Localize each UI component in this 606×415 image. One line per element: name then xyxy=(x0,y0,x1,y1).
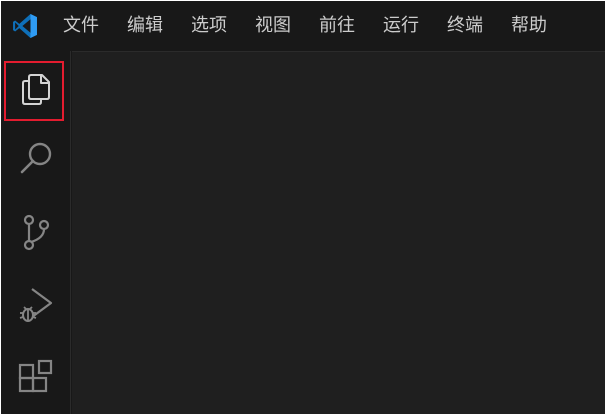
menu-edit[interactable]: 编辑 xyxy=(113,1,177,51)
menu-view[interactable]: 视图 xyxy=(241,1,305,51)
vscode-logo-icon[interactable] xyxy=(1,1,49,51)
menu-run[interactable]: 运行 xyxy=(369,1,433,51)
menu-items: 文件 编辑 选项 视图 前往 运行 终端 帮助 xyxy=(49,1,561,51)
activity-bar xyxy=(1,51,71,414)
activity-source-control[interactable] xyxy=(1,197,71,267)
menu-file[interactable]: 文件 xyxy=(49,1,113,51)
search-icon xyxy=(20,142,52,174)
run-debug-icon xyxy=(19,288,53,322)
menu-go[interactable]: 前往 xyxy=(305,1,369,51)
menu-bar: 文件 编辑 选项 视图 前往 运行 终端 帮助 xyxy=(1,1,605,51)
files-icon xyxy=(22,74,50,105)
activity-search[interactable] xyxy=(1,123,71,193)
menu-selection[interactable]: 选项 xyxy=(177,1,241,51)
activity-extensions[interactable] xyxy=(1,343,71,413)
editor-area[interactable] xyxy=(72,51,605,414)
source-control-icon xyxy=(23,214,50,251)
menu-terminal[interactable]: 终端 xyxy=(433,1,497,51)
activity-explorer[interactable] xyxy=(1,51,71,121)
extensions-icon xyxy=(18,359,53,393)
activity-run-debug[interactable] xyxy=(1,270,71,340)
menu-help[interactable]: 帮助 xyxy=(497,1,561,51)
vscode-window: 文件 编辑 选项 视图 前往 运行 终端 帮助 xyxy=(1,1,605,414)
